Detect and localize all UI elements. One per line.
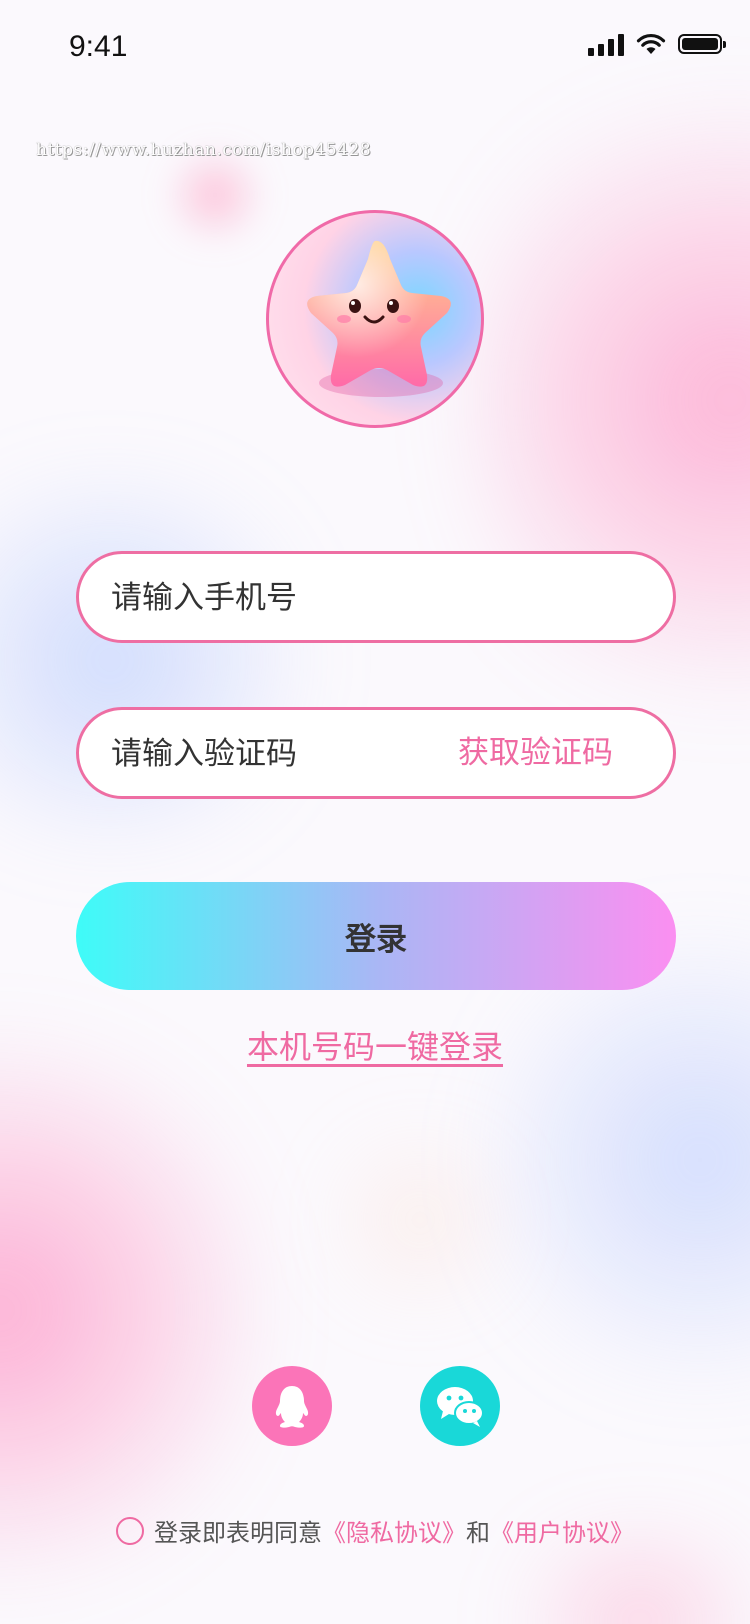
cellular-signal-icon [588, 32, 624, 56]
code-field: 获取验证码 [76, 707, 676, 799]
wifi-icon [636, 33, 666, 54]
phone-input[interactable] [109, 554, 443, 642]
agreement-text: 登录即表明同意 [154, 1519, 322, 1547]
agreement-checkbox[interactable] [116, 1516, 144, 1545]
get-code-button[interactable]: 获取验证码 [458, 710, 613, 796]
qq-icon [275, 1386, 309, 1428]
onekey-login-container: 本机号码一键登录 [0, 1022, 750, 1068]
onekey-login-link[interactable]: 本机号码一键登录 [247, 1028, 503, 1066]
star-mascot-icon [307, 240, 451, 397]
wechat-login-button[interactable] [420, 1366, 500, 1446]
login-button[interactable]: 登录 [76, 882, 676, 990]
avatar [266, 210, 484, 428]
agreement-row: 登录即表明同意 《隐私协议》 和 《用户协议》 [116, 1513, 634, 1548]
status-bar: 9:41 [0, 0, 750, 100]
status-time: 9:41 [69, 30, 128, 63]
user-agreement-link[interactable]: 《用户协议》 [490, 1513, 634, 1548]
status-icons [588, 32, 726, 56]
phone-field [76, 551, 676, 643]
watermark-text: https://www.huzhan.com/ishop45428 [36, 140, 372, 160]
wechat-icon [437, 1387, 484, 1427]
privacy-policy-link[interactable]: 《隐私协议》 [322, 1513, 466, 1548]
qq-login-button[interactable] [252, 1366, 332, 1446]
agreement-conjunction: 和 [466, 1519, 490, 1547]
battery-icon [678, 34, 726, 54]
code-input[interactable] [109, 710, 443, 798]
